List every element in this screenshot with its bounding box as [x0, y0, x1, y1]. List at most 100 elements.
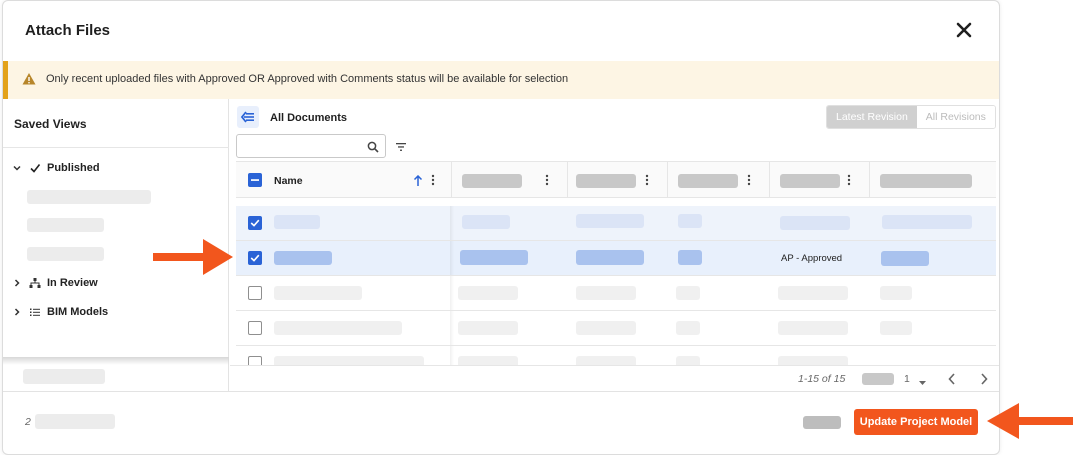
- chevron-down-icon[interactable]: [11, 162, 23, 174]
- table-row[interactable]: AP - Approved: [236, 241, 996, 276]
- cell-placeholder: [882, 215, 972, 229]
- cell-placeholder: [780, 216, 850, 230]
- cell-placeholder: [676, 286, 700, 300]
- cancel-button[interactable]: [803, 416, 841, 429]
- cell-placeholder: [881, 251, 929, 266]
- name-column-header[interactable]: Name: [236, 162, 452, 198]
- chevron-right-icon[interactable]: [978, 372, 990, 386]
- sidebar-footer: [3, 365, 229, 391]
- status-cell: AP - Approved: [781, 253, 843, 264]
- name-placeholder: [274, 215, 320, 229]
- cell-placeholder: [576, 250, 644, 265]
- cell-placeholder: [678, 214, 702, 228]
- header-placeholder: [462, 174, 522, 188]
- page-size-placeholder[interactable]: [862, 373, 894, 385]
- row-checkbox[interactable]: [248, 356, 262, 365]
- row-checkbox[interactable]: [248, 216, 262, 230]
- table-row[interactable]: [236, 311, 996, 346]
- all-revisions-button[interactable]: All Revisions: [916, 106, 995, 128]
- table-row[interactable]: [236, 276, 996, 311]
- table-row[interactable]: [236, 346, 996, 365]
- dialog-title: Attach Files: [25, 22, 111, 39]
- chevron-right-icon[interactable]: [11, 277, 23, 289]
- cell-placeholder: [462, 215, 510, 229]
- cell-placeholder: [576, 214, 644, 228]
- column-menu-icon[interactable]: [746, 173, 752, 187]
- column-header[interactable]: [452, 162, 568, 198]
- column-menu-icon[interactable]: [544, 173, 550, 187]
- tree-item-in-review[interactable]: In Review: [11, 277, 98, 289]
- search-input[interactable]: [236, 134, 386, 158]
- list-icon: [29, 306, 41, 318]
- column-menu-icon[interactable]: [430, 173, 436, 187]
- close-icon[interactable]: [953, 19, 975, 41]
- header-placeholder: [780, 174, 840, 188]
- row-checkbox[interactable]: [248, 286, 262, 300]
- revision-toggle: Latest Revision All Revisions: [826, 105, 996, 129]
- divider: [450, 276, 454, 310]
- pagination-bar: 1-15 of 15 1: [230, 365, 999, 391]
- row-checkbox[interactable]: [248, 251, 262, 265]
- update-project-model-button[interactable]: Update Project Model: [854, 409, 978, 435]
- cell-placeholder: [576, 356, 636, 365]
- cell-placeholder: [458, 356, 518, 365]
- breadcrumb: All Documents: [270, 112, 348, 124]
- sort-ascending-icon[interactable]: [413, 174, 423, 186]
- column-header[interactable]: [568, 162, 668, 198]
- name-placeholder: [274, 286, 362, 300]
- dialog-footer: 2 Update Project Model: [3, 391, 999, 454]
- tree-item-bim-models[interactable]: BIM Models: [11, 306, 108, 318]
- cell-placeholder: [676, 356, 700, 365]
- select-all-checkbox[interactable]: [248, 173, 262, 187]
- collapse-left-icon[interactable]: [237, 106, 259, 128]
- table-header: Name: [236, 162, 996, 198]
- pager-count: 1-15 of 15: [798, 373, 846, 385]
- tree-item-label: BIM Models: [47, 306, 109, 318]
- page-number[interactable]: 1: [904, 373, 910, 385]
- info-banner: Only recent uploaded files with Approved…: [3, 61, 999, 99]
- tree-item-published[interactable]: Published: [11, 162, 100, 174]
- cell-placeholder: [576, 286, 636, 300]
- selected-count: 2: [25, 416, 31, 428]
- cell-placeholder: [678, 250, 702, 265]
- divider: [450, 311, 454, 345]
- chevron-left-icon[interactable]: [946, 372, 958, 386]
- column-menu-icon[interactable]: [846, 173, 852, 187]
- column-header[interactable]: [770, 162, 870, 198]
- column-header[interactable]: [870, 162, 996, 198]
- column-header[interactable]: [668, 162, 770, 198]
- cell-placeholder: [576, 321, 636, 335]
- row-checkbox[interactable]: [248, 321, 262, 335]
- chevron-down-icon[interactable]: [918, 374, 927, 385]
- table-row[interactable]: [236, 206, 996, 241]
- name-placeholder: [274, 321, 402, 335]
- selected-label-placeholder: [35, 414, 115, 429]
- scroll-shadow: [3, 357, 229, 365]
- hierarchy-icon: [29, 277, 41, 289]
- header-placeholder: [880, 174, 972, 188]
- filter-icon[interactable]: [395, 140, 407, 152]
- cell-placeholder: [778, 356, 848, 365]
- documents-table: Name AP - Approved: [236, 161, 996, 365]
- placeholder-item: [27, 218, 104, 232]
- cell-placeholder: [880, 286, 912, 300]
- placeholder-item: [23, 369, 105, 384]
- dialog-header: Attach Files: [3, 1, 999, 61]
- name-placeholder: [274, 251, 332, 265]
- placeholder-item: [27, 247, 104, 261]
- header-placeholder: [678, 174, 738, 188]
- cell-placeholder: [676, 321, 700, 335]
- attach-files-dialog: Attach Files Only recent uploaded files …: [2, 0, 1000, 455]
- tree-item-label: In Review: [47, 277, 98, 289]
- column-menu-icon[interactable]: [644, 173, 650, 187]
- warning-icon: [22, 72, 36, 86]
- annotation-arrow: [987, 402, 1073, 440]
- annotation-arrow: [153, 238, 233, 276]
- chevron-right-icon[interactable]: [11, 306, 23, 318]
- name-placeholder: [274, 356, 424, 365]
- checkmark-icon: [29, 162, 41, 174]
- tree-item-label: Published: [47, 162, 100, 174]
- cell-placeholder: [458, 286, 518, 300]
- latest-revision-button[interactable]: Latest Revision: [827, 106, 917, 128]
- search-icon[interactable]: [367, 140, 379, 153]
